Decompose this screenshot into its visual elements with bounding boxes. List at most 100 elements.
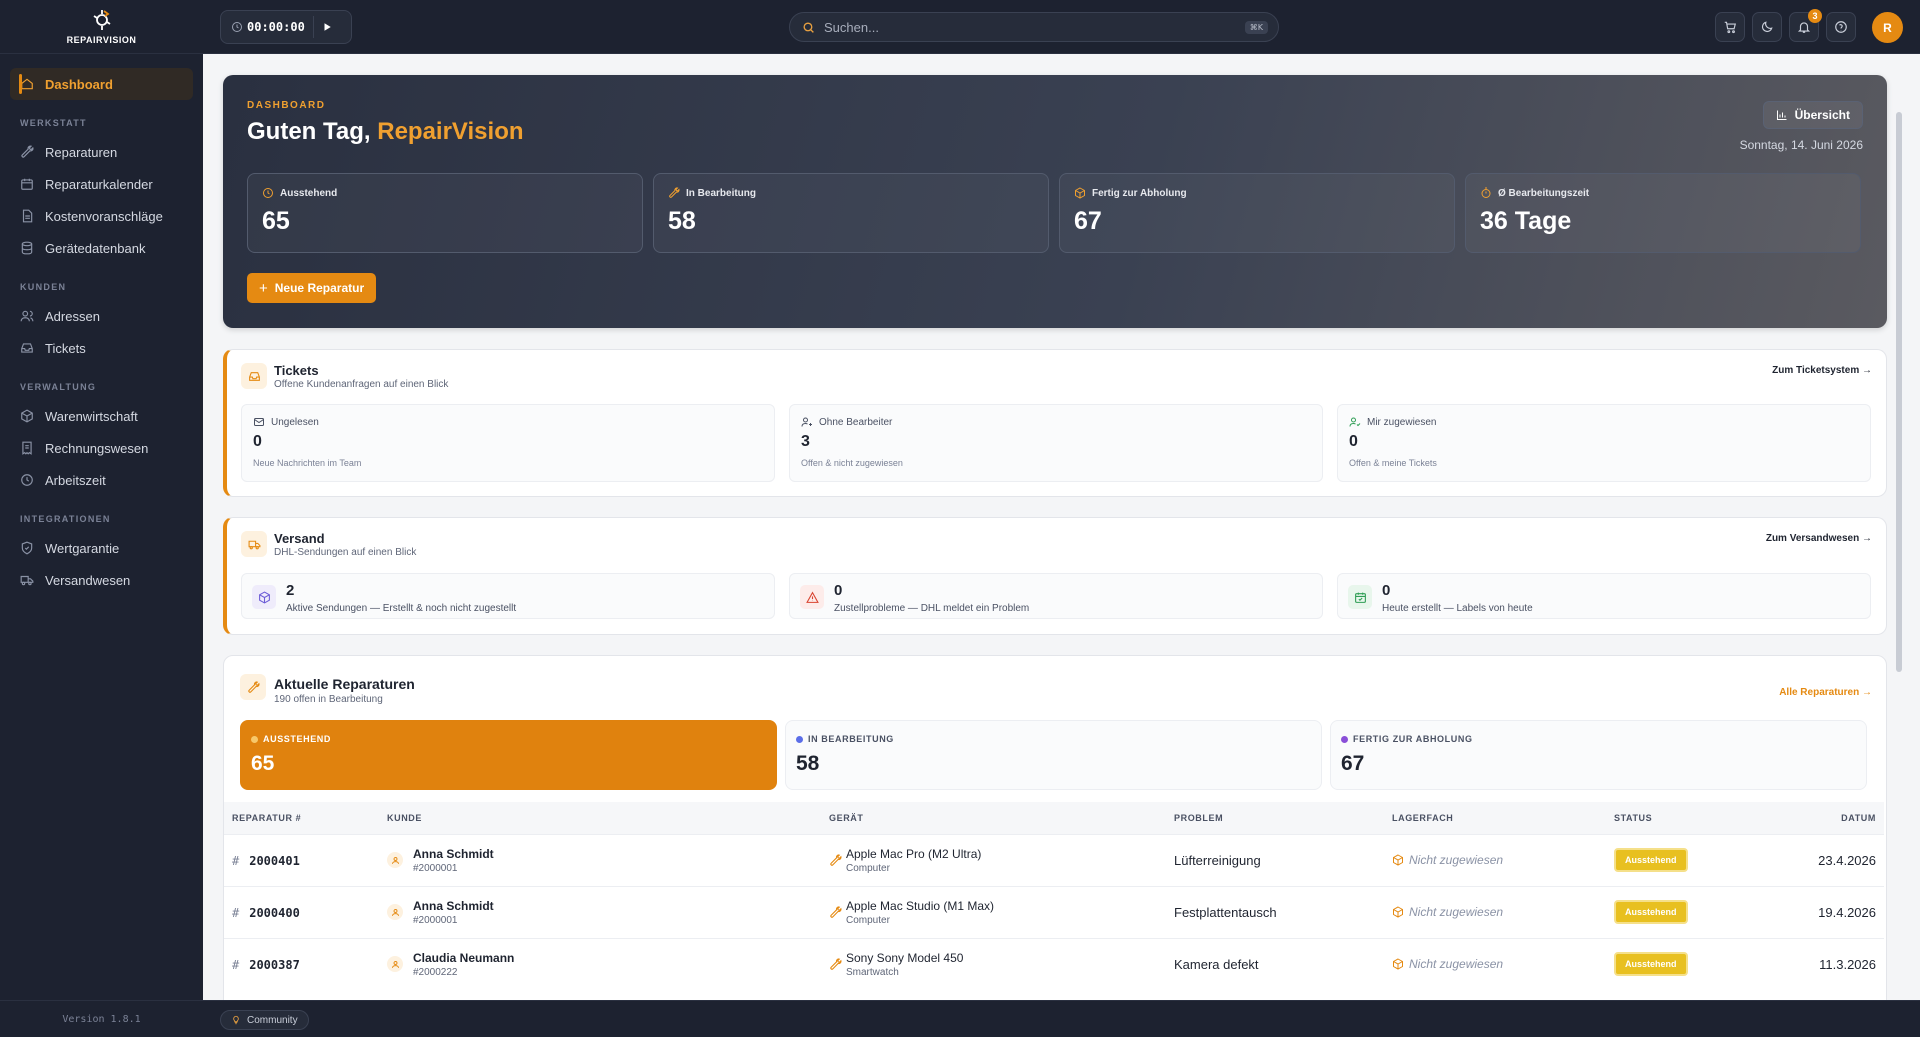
- play-icon[interactable]: [322, 22, 332, 32]
- stat-label-row: Ø Bearbeitungszeit: [1480, 187, 1846, 199]
- box-value: 0: [1382, 582, 1391, 599]
- clock-icon: [21, 474, 33, 486]
- stat-card-in-bearbeitung[interactable]: In Bearbeitung 58: [653, 173, 1049, 253]
- repair-number-cell: #2000387: [224, 938, 379, 990]
- timer-value: 00:00:00: [247, 20, 305, 34]
- segment-fertig[interactable]: FERTIG ZUR ABHOLUNG 67: [1330, 720, 1867, 790]
- work-timer[interactable]: 00:00:00: [220, 10, 352, 44]
- stat-value: 67: [1074, 207, 1102, 235]
- problem-cell: Kamera defekt: [1174, 956, 1259, 972]
- user-check-icon: [1349, 417, 1361, 427]
- status-badge: Ausstehend: [1614, 900, 1688, 924]
- sidebar-item-label: Reparaturen: [45, 144, 118, 160]
- all-repairs-link[interactable]: Alle Reparaturen →: [1779, 687, 1872, 698]
- col-header[interactable]: REPARATUR #: [224, 802, 379, 834]
- stat-card-bearbeitungszeit[interactable]: Ø Bearbeitungszeit 36 Tage: [1465, 173, 1861, 253]
- database-icon: [21, 241, 33, 255]
- box-value: 0: [834, 582, 843, 599]
- dashboard-main: DASHBOARD Guten Tag, RepairVision Übersi…: [203, 54, 1906, 1000]
- segment-in-bearbeitung[interactable]: IN BEARBEITUNG 58: [785, 720, 1322, 790]
- repair-number[interactable]: 2000401: [249, 854, 300, 868]
- status-badge: Ausstehend: [1614, 952, 1688, 977]
- user-avatar[interactable]: R: [1872, 12, 1903, 43]
- bar-chart-icon: [1776, 110, 1787, 120]
- sidebar-item-kostenvoranschlaege[interactable]: Kostenvoranschläge: [10, 200, 193, 232]
- sidebar-item-label: Rechnungswesen: [45, 440, 149, 456]
- shipping-stats-row: 2 Aktive Sendungen — Erstellt & noch nic…: [241, 573, 1871, 619]
- repairs-subtitle: 190 offen in Bearbeitung: [274, 694, 383, 705]
- overview-button[interactable]: Übersicht: [1762, 101, 1863, 129]
- shipping-title: Versand: [274, 531, 325, 546]
- shield-icon: [21, 541, 33, 555]
- segment-ausstehend[interactable]: AUSSTEHEND 65: [240, 720, 777, 790]
- tickets-unread-box[interactable]: Ungelesen 0 Neue Nachrichten im Team: [241, 404, 775, 482]
- col-header[interactable]: DATUM: [1756, 802, 1884, 834]
- sidebar-item-label: Kostenvoranschläge: [45, 208, 163, 224]
- cart-button[interactable]: [1715, 12, 1745, 42]
- sidebar-item-geraetedatenbank[interactable]: Gerätedatenbank: [10, 232, 193, 264]
- col-header[interactable]: LAGERFACH: [1384, 802, 1606, 834]
- sidebar-item-tickets[interactable]: Tickets: [10, 332, 193, 364]
- notifications-button[interactable]: 3: [1789, 9, 1822, 42]
- sidebar-item-versandwesen[interactable]: Versandwesen: [10, 564, 193, 596]
- calendar-icon: [21, 178, 33, 190]
- community-button[interactable]: Community: [220, 1010, 309, 1030]
- stat-card-ausstehend[interactable]: Ausstehend 65: [247, 173, 643, 253]
- sidebar-item-reparaturen[interactable]: Reparaturen: [10, 136, 193, 168]
- customer-id: #2000222: [413, 966, 458, 978]
- help-button[interactable]: [1826, 12, 1856, 42]
- wrench-icon: [669, 187, 680, 198]
- sidebar-item-wertgarantie[interactable]: Wertgarantie: [10, 532, 193, 564]
- welcome-hero: DASHBOARD Guten Tag, RepairVision Übersi…: [223, 75, 1887, 328]
- table-row[interactable]: #2000401 Anna Schmidt #2000001 Apple Mac …: [224, 834, 1884, 886]
- sidebar: REPAIRVISION Dashboard WERKSTATT Reparat…: [0, 0, 203, 1037]
- table-row[interactable]: #2000400 Anna Schmidt #2000001 Apple Mac …: [224, 886, 1884, 938]
- customer-name[interactable]: Anna Schmidt: [413, 899, 494, 913]
- plus-icon: +: [259, 279, 268, 297]
- box-label-row: Ohne Bearbeiter: [801, 416, 892, 428]
- col-header[interactable]: PROBLEM: [1166, 802, 1384, 834]
- customer-name[interactable]: Claudia Neumann: [413, 951, 514, 965]
- repair-number-cell: #2000400: [224, 886, 379, 938]
- mail-icon: [254, 418, 264, 426]
- customer-name[interactable]: Anna Schmidt: [413, 847, 494, 861]
- customer-cell: Claudia Neumann #2000222: [379, 938, 821, 990]
- versandwesen-link[interactable]: Zum Versandwesen →: [1766, 533, 1872, 544]
- shipping-today-box[interactable]: 0 Heute erstellt — Labels von heute: [1337, 573, 1871, 619]
- tickets-subtitle: Offene Kundenanfragen auf einen Blick: [274, 379, 449, 390]
- repairvision-logo-icon: [93, 10, 110, 30]
- ticketsystem-link[interactable]: Zum Ticketsystem →: [1772, 365, 1872, 376]
- table-row[interactable]: #2000387 Claudia Neumann #2000222 Sony So…: [224, 938, 1884, 990]
- sidebar-item-label: Tickets: [45, 340, 86, 356]
- col-header[interactable]: KUNDE: [379, 802, 821, 834]
- repair-number[interactable]: 2000387: [249, 958, 300, 972]
- segment-label: AUSSTEHEND: [263, 734, 332, 744]
- tickets-unassigned-box[interactable]: Ohne Bearbeiter 3 Offen & nicht zugewies…: [789, 404, 1323, 482]
- box-text: Heute erstellt — Labels von heute: [1382, 603, 1533, 614]
- tickets-assigned-box[interactable]: Mir zugewiesen 0 Offen & meine Tickets: [1337, 404, 1871, 482]
- shipping-problems-box[interactable]: 0 Zustellprobleme — DHL meldet ein Probl…: [789, 573, 1323, 619]
- col-header[interactable]: STATUS: [1606, 802, 1756, 834]
- segment-label-row: AUSSTEHEND: [251, 734, 331, 744]
- global-search[interactable]: ⌘K: [789, 12, 1279, 42]
- col-header[interactable]: GERÄT: [821, 802, 1166, 834]
- sidebar-item-label: Wertgarantie: [45, 540, 120, 556]
- new-repair-button[interactable]: + Neue Reparatur: [247, 273, 377, 303]
- greeting-text: Guten Tag,: [247, 118, 371, 145]
- sidebar-item-dashboard[interactable]: Dashboard: [10, 68, 193, 100]
- sidebar-item-adressen[interactable]: Adressen: [10, 300, 193, 332]
- repair-number[interactable]: 2000400: [249, 906, 300, 920]
- sidebar-item-warenwirtschaft[interactable]: Warenwirtschaft: [10, 400, 193, 432]
- problem-cell: Lüfterreinigung: [1174, 852, 1261, 868]
- theme-toggle-button[interactable]: [1752, 12, 1782, 42]
- main-scrollbar[interactable]: [1896, 112, 1902, 672]
- sidebar-item-reparaturkalender[interactable]: Reparaturkalender: [10, 168, 193, 200]
- sidebar-item-label: Versandwesen: [45, 572, 131, 588]
- sidebar-item-arbeitszeit[interactable]: Arbeitszeit: [10, 464, 193, 496]
- stat-card-fertig[interactable]: Fertig zur Abholung 67: [1059, 173, 1455, 253]
- page-title: Guten Tag, RepairVision: [247, 118, 524, 146]
- search-input[interactable]: [824, 19, 1245, 35]
- shipping-active-box[interactable]: 2 Aktive Sendungen — Erstellt & noch nic…: [241, 573, 775, 619]
- sidebar-item-rechnungswesen[interactable]: Rechnungswesen: [10, 432, 193, 464]
- brand-logo[interactable]: REPAIRVISION: [0, 0, 203, 54]
